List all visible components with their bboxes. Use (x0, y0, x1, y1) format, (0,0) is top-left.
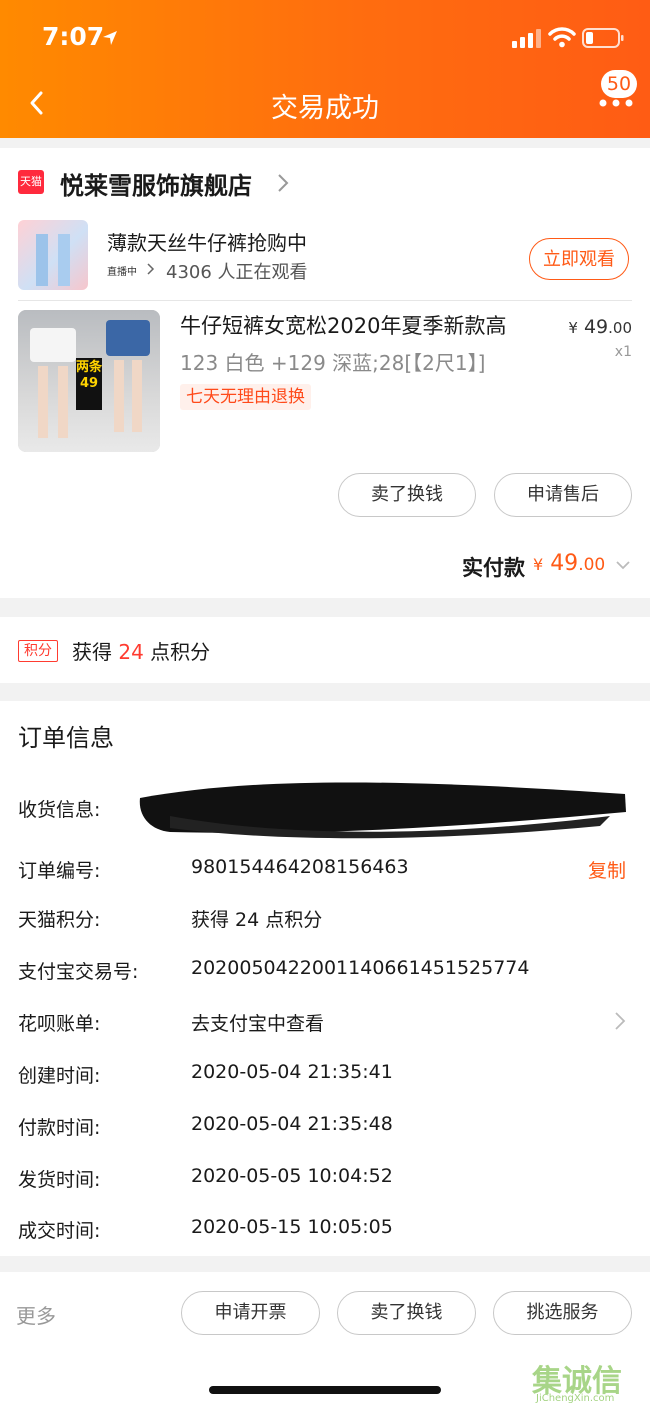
divider (18, 300, 632, 301)
product-image[interactable]: 两条49 (18, 310, 160, 452)
paid-time-label: 付款时间: (18, 1117, 101, 1139)
page-title: 交易成功 (271, 93, 379, 124)
status-time: 7:07 (42, 22, 105, 51)
chevron-down-icon[interactable] (615, 560, 631, 570)
product-promo-text: 两条49 (76, 358, 102, 410)
battery-icon (582, 28, 624, 48)
huabei-bill-link[interactable]: 去支付宝中查看 (191, 1009, 324, 1036)
more-actions-button[interactable]: 更多 (16, 1300, 56, 1329)
product-spec: 123 白色 +129 深蓝;28[【2尺1】] (180, 351, 486, 375)
paid-amount-label: 实付款 (462, 556, 525, 580)
home-indicator[interactable] (209, 1386, 441, 1394)
completed-time-label: 成交时间: (18, 1220, 101, 1242)
watermark-url: JiChengXin.com (536, 1393, 615, 1404)
chevron-right-icon (147, 263, 155, 275)
return-policy-tag: 七天无理由退换 (180, 384, 311, 410)
alipay-trade-label: 支付宝交易号: (18, 961, 139, 983)
tmall-points-label: 天猫积分: (18, 909, 101, 931)
shipped-time-label: 发货时间: (18, 1169, 101, 1191)
order-number-value: 980154464208156463 (191, 856, 409, 878)
huabei-bill-label: 花呗账单: (18, 1013, 101, 1035)
sell-item-bottom-button[interactable]: 卖了换钱 (337, 1291, 476, 1335)
live-status-tag: 直播中 (107, 267, 137, 278)
redacted-address (139, 782, 626, 839)
message-count-badge: 50 (601, 70, 637, 98)
points-earned: 获得 24 点积分 (72, 640, 211, 664)
location-arrow-icon (103, 31, 117, 45)
select-service-button[interactable]: 挑选服务 (493, 1291, 632, 1335)
copy-order-number-button[interactable]: 复制 (588, 856, 626, 883)
store-name-link[interactable]: 悦莱雪服饰旗舰店 (60, 166, 252, 201)
shipped-time-value: 2020-05-05 10:04:52 (191, 1165, 393, 1187)
sell-item-button[interactable]: 卖了换钱 (338, 473, 476, 517)
app-header: 7:07 交易成功 50 (0, 0, 650, 138)
tmall-points-value: 获得 24 点积分 (191, 909, 323, 931)
chevron-right-icon[interactable] (276, 172, 290, 194)
watch-live-button[interactable]: 立即观看 (529, 238, 629, 280)
product-price: ¥ 49.00 (568, 316, 632, 338)
live-viewer-count: 4306 人正在观看 (166, 262, 308, 283)
cellular-signal-icon (512, 29, 541, 48)
shipping-info-label: 收货信息: (18, 799, 101, 821)
paid-time-value: 2020-05-04 21:35:48 (191, 1113, 393, 1135)
created-time-label: 创建时间: (18, 1065, 101, 1087)
completed-time-value: 2020-05-15 10:05:05 (191, 1216, 393, 1238)
request-invoice-button[interactable]: 申请开票 (181, 1291, 320, 1335)
product-quantity: x1 (614, 344, 632, 360)
after-sale-button[interactable]: 申请售后 (494, 473, 632, 517)
points-tag: 积分 (18, 640, 58, 662)
more-options-icon[interactable] (598, 96, 634, 110)
live-title[interactable]: 薄款天丝牛仔裤抢购中 (107, 227, 307, 256)
created-time-value: 2020-05-04 21:35:41 (191, 1061, 393, 1083)
order-info-title: 订单信息 (18, 724, 114, 752)
chevron-right-icon[interactable] (614, 1011, 626, 1031)
order-number-label: 订单编号: (18, 860, 101, 882)
wifi-icon (548, 27, 576, 48)
paid-amount: ¥ 49.00 (533, 551, 606, 576)
tmall-logo-icon: 天猫 (18, 170, 44, 194)
alipay-trade-value: 2020050422001140661451525774 (191, 957, 530, 979)
live-thumbnail[interactable] (18, 220, 88, 290)
product-title[interactable]: 牛仔短裤女宽松2020年夏季新款高 (180, 310, 506, 340)
